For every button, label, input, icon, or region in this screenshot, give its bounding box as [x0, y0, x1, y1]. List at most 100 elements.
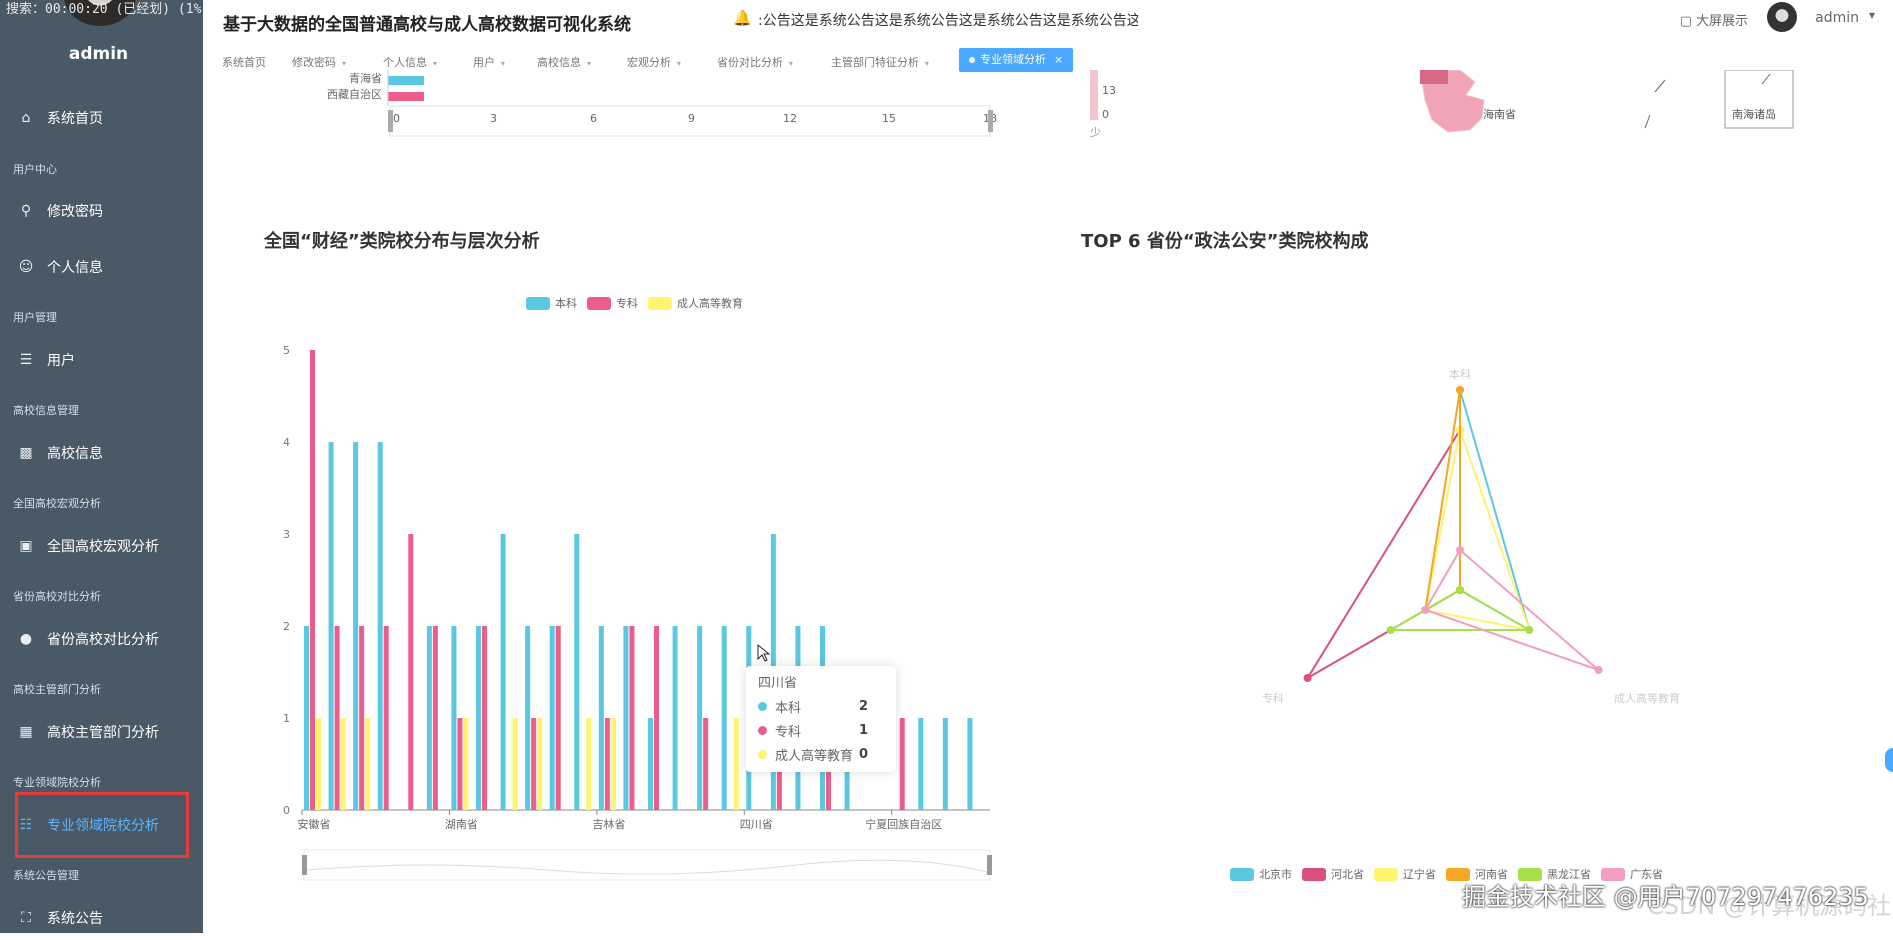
- header-avatar[interactable]: [1767, 2, 1797, 32]
- map-region[interactable]: [1420, 70, 1448, 84]
- bar[interactable]: [408, 534, 414, 810]
- radar-point[interactable]: [1456, 546, 1464, 554]
- bar[interactable]: [334, 626, 340, 810]
- bar[interactable]: [537, 718, 543, 810]
- bar[interactable]: [703, 718, 709, 810]
- bar[interactable]: [586, 718, 592, 810]
- radar-point[interactable]: [1386, 626, 1395, 634]
- close-icon[interactable]: ×: [1054, 53, 1063, 66]
- bar[interactable]: [629, 626, 635, 810]
- bar[interactable]: [377, 442, 383, 810]
- bar[interactable]: [531, 718, 537, 810]
- bar[interactable]: [604, 718, 610, 810]
- map-label-hainan: 海南省: [1483, 107, 1516, 121]
- bar[interactable]: [432, 626, 438, 810]
- bar[interactable]: [328, 442, 334, 810]
- chevron-down-icon: ▾: [587, 59, 592, 68]
- sidebar-item-profile[interactable]: ☺ 个人信息: [0, 245, 203, 289]
- sidebar-item-users[interactable]: ☰ 用户: [0, 338, 203, 382]
- sidebar-item-notice[interactable]: ⛶ 系统公告: [0, 896, 203, 940]
- bar[interactable]: [697, 626, 703, 810]
- bar[interactable]: [574, 534, 580, 810]
- tab-province[interactable]: 省份对比分析 ▾: [717, 54, 793, 70]
- bar[interactable]: [967, 718, 973, 810]
- bar[interactable]: [525, 626, 531, 810]
- bar[interactable]: [549, 626, 555, 810]
- legend-item-bk[interactable]: 本科: [526, 295, 577, 311]
- bar[interactable]: [512, 718, 518, 810]
- bar[interactable]: [476, 626, 481, 810]
- bar[interactable]: [457, 718, 463, 810]
- bar[interactable]: [610, 718, 616, 810]
- x-tick-label: 0: [393, 112, 400, 125]
- bar[interactable]: [383, 626, 389, 810]
- sidebar-item-change-password[interactable]: ⚲ 修改密码: [0, 189, 203, 233]
- bar[interactable]: [500, 534, 506, 810]
- bar[interactable]: [451, 626, 457, 810]
- app-title: 基于大数据的全国普通高校与成人高校数据可视化系统: [223, 15, 631, 35]
- slider-handle[interactable]: [388, 110, 393, 132]
- slider-handle: [302, 855, 307, 875]
- bar[interactable]: [654, 626, 659, 810]
- bar[interactable]: [918, 718, 924, 810]
- bar[interactable]: [555, 626, 561, 810]
- sidebar-item-province[interactable]: ● 省份高校对比分析: [0, 617, 203, 661]
- bar[interactable]: [463, 718, 469, 810]
- bar[interactable]: [304, 626, 309, 810]
- sidebar-item-home[interactable]: ⌂ 系统首页: [0, 96, 203, 140]
- bar[interactable]: [359, 626, 365, 810]
- tab-users[interactable]: 用户 ▾: [473, 54, 505, 70]
- sidebar-item-school-info[interactable]: ▩ 高校信息: [0, 431, 203, 475]
- menu-group-macro: 全国高校宏观分析: [13, 497, 101, 510]
- legend-item[interactable]: 河北省: [1302, 866, 1364, 882]
- bar[interactable]: [648, 718, 653, 810]
- chevron-down-icon: ▾: [433, 59, 438, 68]
- bar[interactable]: [353, 442, 359, 810]
- sidebar-item-dept[interactable]: ▦ 高校主管部门分析: [0, 710, 203, 754]
- legend-item-cr[interactable]: 成人高等教育: [648, 295, 743, 311]
- legend-item-zk[interactable]: 专科: [587, 295, 638, 311]
- sidebar-item-macro[interactable]: ▣ 全国高校宏观分析: [0, 524, 203, 568]
- bar[interactable]: [426, 626, 432, 810]
- tab-field[interactable]: 专业领域分析 ×: [959, 48, 1074, 72]
- visualmap-bar[interactable]: [1090, 70, 1098, 120]
- radar-point[interactable]: [1421, 606, 1430, 614]
- tab-home[interactable]: 系统首页: [222, 54, 266, 70]
- bar[interactable]: [310, 350, 315, 810]
- bar[interactable]: [733, 718, 739, 810]
- bar[interactable]: [316, 718, 321, 810]
- y-tick-label: 0: [283, 804, 290, 817]
- bar[interactable]: [598, 626, 604, 810]
- bar[interactable]: [388, 76, 424, 85]
- bar[interactable]: [623, 626, 629, 810]
- bar[interactable]: [388, 92, 424, 101]
- legend-item[interactable]: 辽宁省: [1374, 866, 1436, 882]
- bar[interactable]: [899, 718, 905, 810]
- bar[interactable]: [365, 718, 371, 810]
- legend-item[interactable]: 北京市: [1230, 866, 1292, 882]
- tooltip-title: 四川省: [758, 676, 798, 691]
- radar-point[interactable]: [1303, 674, 1312, 682]
- slider-handle[interactable]: [988, 110, 993, 132]
- radar-point[interactable]: [1456, 386, 1464, 394]
- big-screen-button[interactable]: ▢ 大屏展示: [1680, 10, 1748, 29]
- bar[interactable]: [672, 626, 678, 810]
- bar[interactable]: [721, 626, 727, 810]
- tab-school-info[interactable]: 高校信息 ▾: [537, 54, 591, 70]
- header-user-name[interactable]: admin: [1815, 10, 1859, 26]
- x-tick-label: 9: [688, 112, 695, 125]
- bar[interactable]: [482, 626, 487, 810]
- bar[interactable]: [942, 718, 948, 810]
- chevron-down-icon: ▾: [789, 59, 794, 68]
- tab-change-password[interactable]: 修改密码 ▾: [292, 54, 346, 70]
- tab-dept[interactable]: 主管部门特征分析 ▾: [831, 54, 929, 70]
- chevron-down-icon[interactable]: ▾: [1869, 8, 1875, 22]
- floating-handle[interactable]: [1885, 748, 1893, 772]
- radar-point[interactable]: [1594, 666, 1603, 674]
- radar-point[interactable]: [1456, 586, 1464, 594]
- radar-indicator-label: 专科: [1262, 691, 1284, 705]
- tab-profile[interactable]: 个人信息 ▾: [383, 54, 437, 70]
- tab-macro[interactable]: 宏观分析 ▾: [627, 54, 681, 70]
- bar[interactable]: [340, 718, 346, 810]
- radar-point[interactable]: [1525, 626, 1534, 634]
